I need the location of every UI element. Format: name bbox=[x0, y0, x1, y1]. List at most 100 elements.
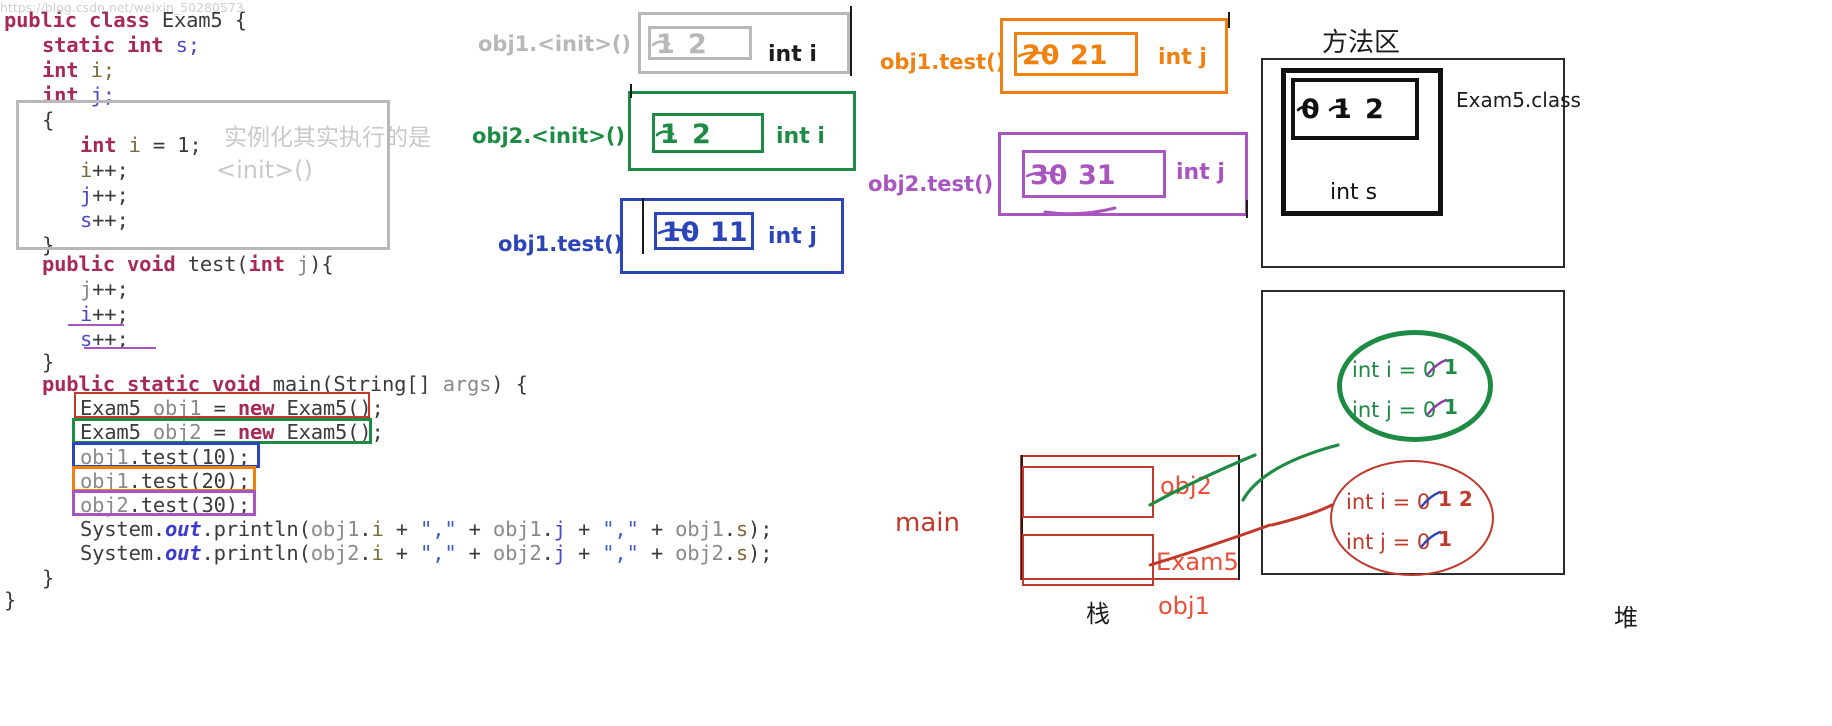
code-line: public void test(int j){ bbox=[42, 252, 334, 276]
code-token: . bbox=[359, 541, 372, 565]
obj1-i-updated-value: 1 2 bbox=[1438, 487, 1473, 511]
heap-label: 堆 bbox=[1614, 604, 1638, 632]
code-line: static int s; bbox=[42, 33, 200, 57]
code-token: j bbox=[553, 517, 566, 541]
code-token: ) { bbox=[491, 372, 528, 396]
code-token: + bbox=[456, 541, 493, 565]
obj1-j-updated-value: 1 bbox=[1438, 527, 1452, 551]
watermark-credit: https://blog.csdn.net/weixin_50280573 bbox=[0, 0, 244, 15]
code-token: ++; bbox=[92, 302, 129, 326]
code-token: j bbox=[297, 252, 310, 276]
obj2-i-updated-value: 1 bbox=[1444, 355, 1458, 379]
frame-obj2-init-label: obj2.<init>() bbox=[472, 124, 626, 148]
obj1-new-box bbox=[74, 392, 370, 418]
code-token: j bbox=[553, 541, 566, 565]
stack-label-exam5: Exam5 bbox=[1156, 548, 1239, 576]
code-token: } bbox=[42, 350, 55, 374]
frame-obj2-test-30-value-slot bbox=[1022, 150, 1166, 198]
code-token: obj2 bbox=[675, 541, 724, 565]
obj2-test30-box bbox=[72, 490, 256, 516]
frame-obj1-init-tick bbox=[850, 6, 852, 76]
frame-obj2-init-var-label: int i bbox=[776, 124, 825, 149]
stack-label-obj2: obj2 bbox=[1160, 472, 1212, 500]
code-token: void bbox=[127, 252, 188, 276]
method-area-title: 方法区 bbox=[1322, 28, 1401, 58]
frame-obj1-test-10-label: obj1.test() bbox=[498, 232, 624, 256]
code-token: } bbox=[4, 588, 17, 612]
obj1-j-field: int j = 0 bbox=[1346, 530, 1431, 554]
frame-obj1-test-20-value-slot bbox=[1014, 32, 1138, 76]
code-token: + bbox=[638, 541, 676, 565]
code-line: System.out.println(obj2.i + "," + obj2.j… bbox=[80, 541, 773, 565]
code-token: i bbox=[80, 302, 93, 326]
code-line: } bbox=[42, 350, 54, 374]
frame-obj1-init-label: obj1.<init>() bbox=[478, 32, 632, 56]
code-line: i++; bbox=[80, 302, 129, 326]
code-line: } bbox=[42, 566, 54, 590]
code-token: .println( bbox=[201, 541, 311, 565]
frame-obj2-test-30-var-label: int j bbox=[1176, 160, 1225, 185]
code-line: System.out.println(obj1.i + "," + obj1.j… bbox=[80, 517, 773, 541]
code-token: . bbox=[723, 541, 736, 565]
code-token: "," bbox=[602, 517, 639, 541]
code-token: "," bbox=[420, 541, 457, 565]
obj1-test20-box bbox=[72, 466, 256, 492]
frame-obj1-test-10-value-slot bbox=[654, 212, 754, 250]
frame-obj2-test-30-label: obj2.test() bbox=[868, 172, 994, 196]
code-line: j++; bbox=[80, 277, 129, 301]
frame-obj1-test-10-var-label: int j bbox=[768, 224, 817, 249]
code-token: + bbox=[456, 517, 493, 541]
code-token: + bbox=[565, 517, 603, 541]
stack-slot-obj1 bbox=[1022, 534, 1154, 586]
heap-obj2-ellipse bbox=[1337, 330, 1493, 442]
s-underline-top bbox=[68, 324, 124, 326]
frame-obj1-test-20-label: obj1.test() bbox=[880, 50, 1006, 74]
code-token: obj1 bbox=[310, 517, 360, 541]
code-token: ); bbox=[748, 541, 773, 565]
obj1-test10-box bbox=[72, 442, 260, 468]
code-token: ){ bbox=[309, 252, 334, 276]
obj2-j-updated-value: 1 bbox=[1444, 395, 1458, 419]
frame-obj2-test-30-tick bbox=[1246, 200, 1248, 218]
code-token: System. bbox=[80, 541, 165, 565]
code-token: + bbox=[565, 541, 603, 565]
code-token: s; bbox=[175, 33, 200, 57]
stack-label: 栈 bbox=[1086, 600, 1110, 628]
code-token: . bbox=[359, 517, 372, 541]
code-token: } bbox=[42, 566, 55, 590]
code-line: int i; bbox=[42, 58, 115, 82]
code-token: System. bbox=[80, 517, 165, 541]
code-token: s bbox=[735, 517, 749, 541]
frame-obj1-test-10-tick bbox=[642, 198, 644, 254]
code-token: s bbox=[735, 541, 749, 565]
code-token: ); bbox=[748, 517, 773, 541]
code-token: + bbox=[383, 517, 421, 541]
init-block-box bbox=[16, 100, 390, 250]
code-token: obj2 bbox=[492, 541, 542, 565]
code-token: i bbox=[371, 541, 384, 565]
frame-obj1-test-20-var-label: int j bbox=[1158, 45, 1207, 70]
code-token: obj2 bbox=[310, 541, 360, 565]
code-token: int bbox=[248, 252, 298, 276]
code-token: + bbox=[638, 517, 676, 541]
code-token: j bbox=[80, 277, 93, 301]
frame-obj1-init-var-label: int i bbox=[768, 42, 817, 67]
frame-obj2-init-value-slot bbox=[652, 113, 764, 153]
code-token: i bbox=[371, 517, 384, 541]
code-token: static bbox=[42, 33, 127, 57]
obj2-j-field: int j = 0 bbox=[1352, 398, 1437, 422]
frame-obj2-init-tick bbox=[630, 84, 632, 98]
code-token: "," bbox=[420, 517, 457, 541]
code-token: out bbox=[165, 517, 202, 541]
stack-main-label: main bbox=[895, 508, 960, 538]
code-token: i; bbox=[90, 58, 115, 82]
code-token: test( bbox=[187, 252, 249, 276]
obj2-new-box bbox=[72, 418, 372, 444]
stack-label-obj1: obj1 bbox=[1158, 592, 1210, 620]
code-token: ++; bbox=[92, 277, 129, 301]
code-token: .println( bbox=[201, 517, 311, 541]
code-token: . bbox=[541, 517, 554, 541]
s-underline-bottom bbox=[84, 347, 156, 349]
obj1-i-field: int i = 0 bbox=[1346, 490, 1431, 514]
code-token: public bbox=[42, 252, 127, 276]
